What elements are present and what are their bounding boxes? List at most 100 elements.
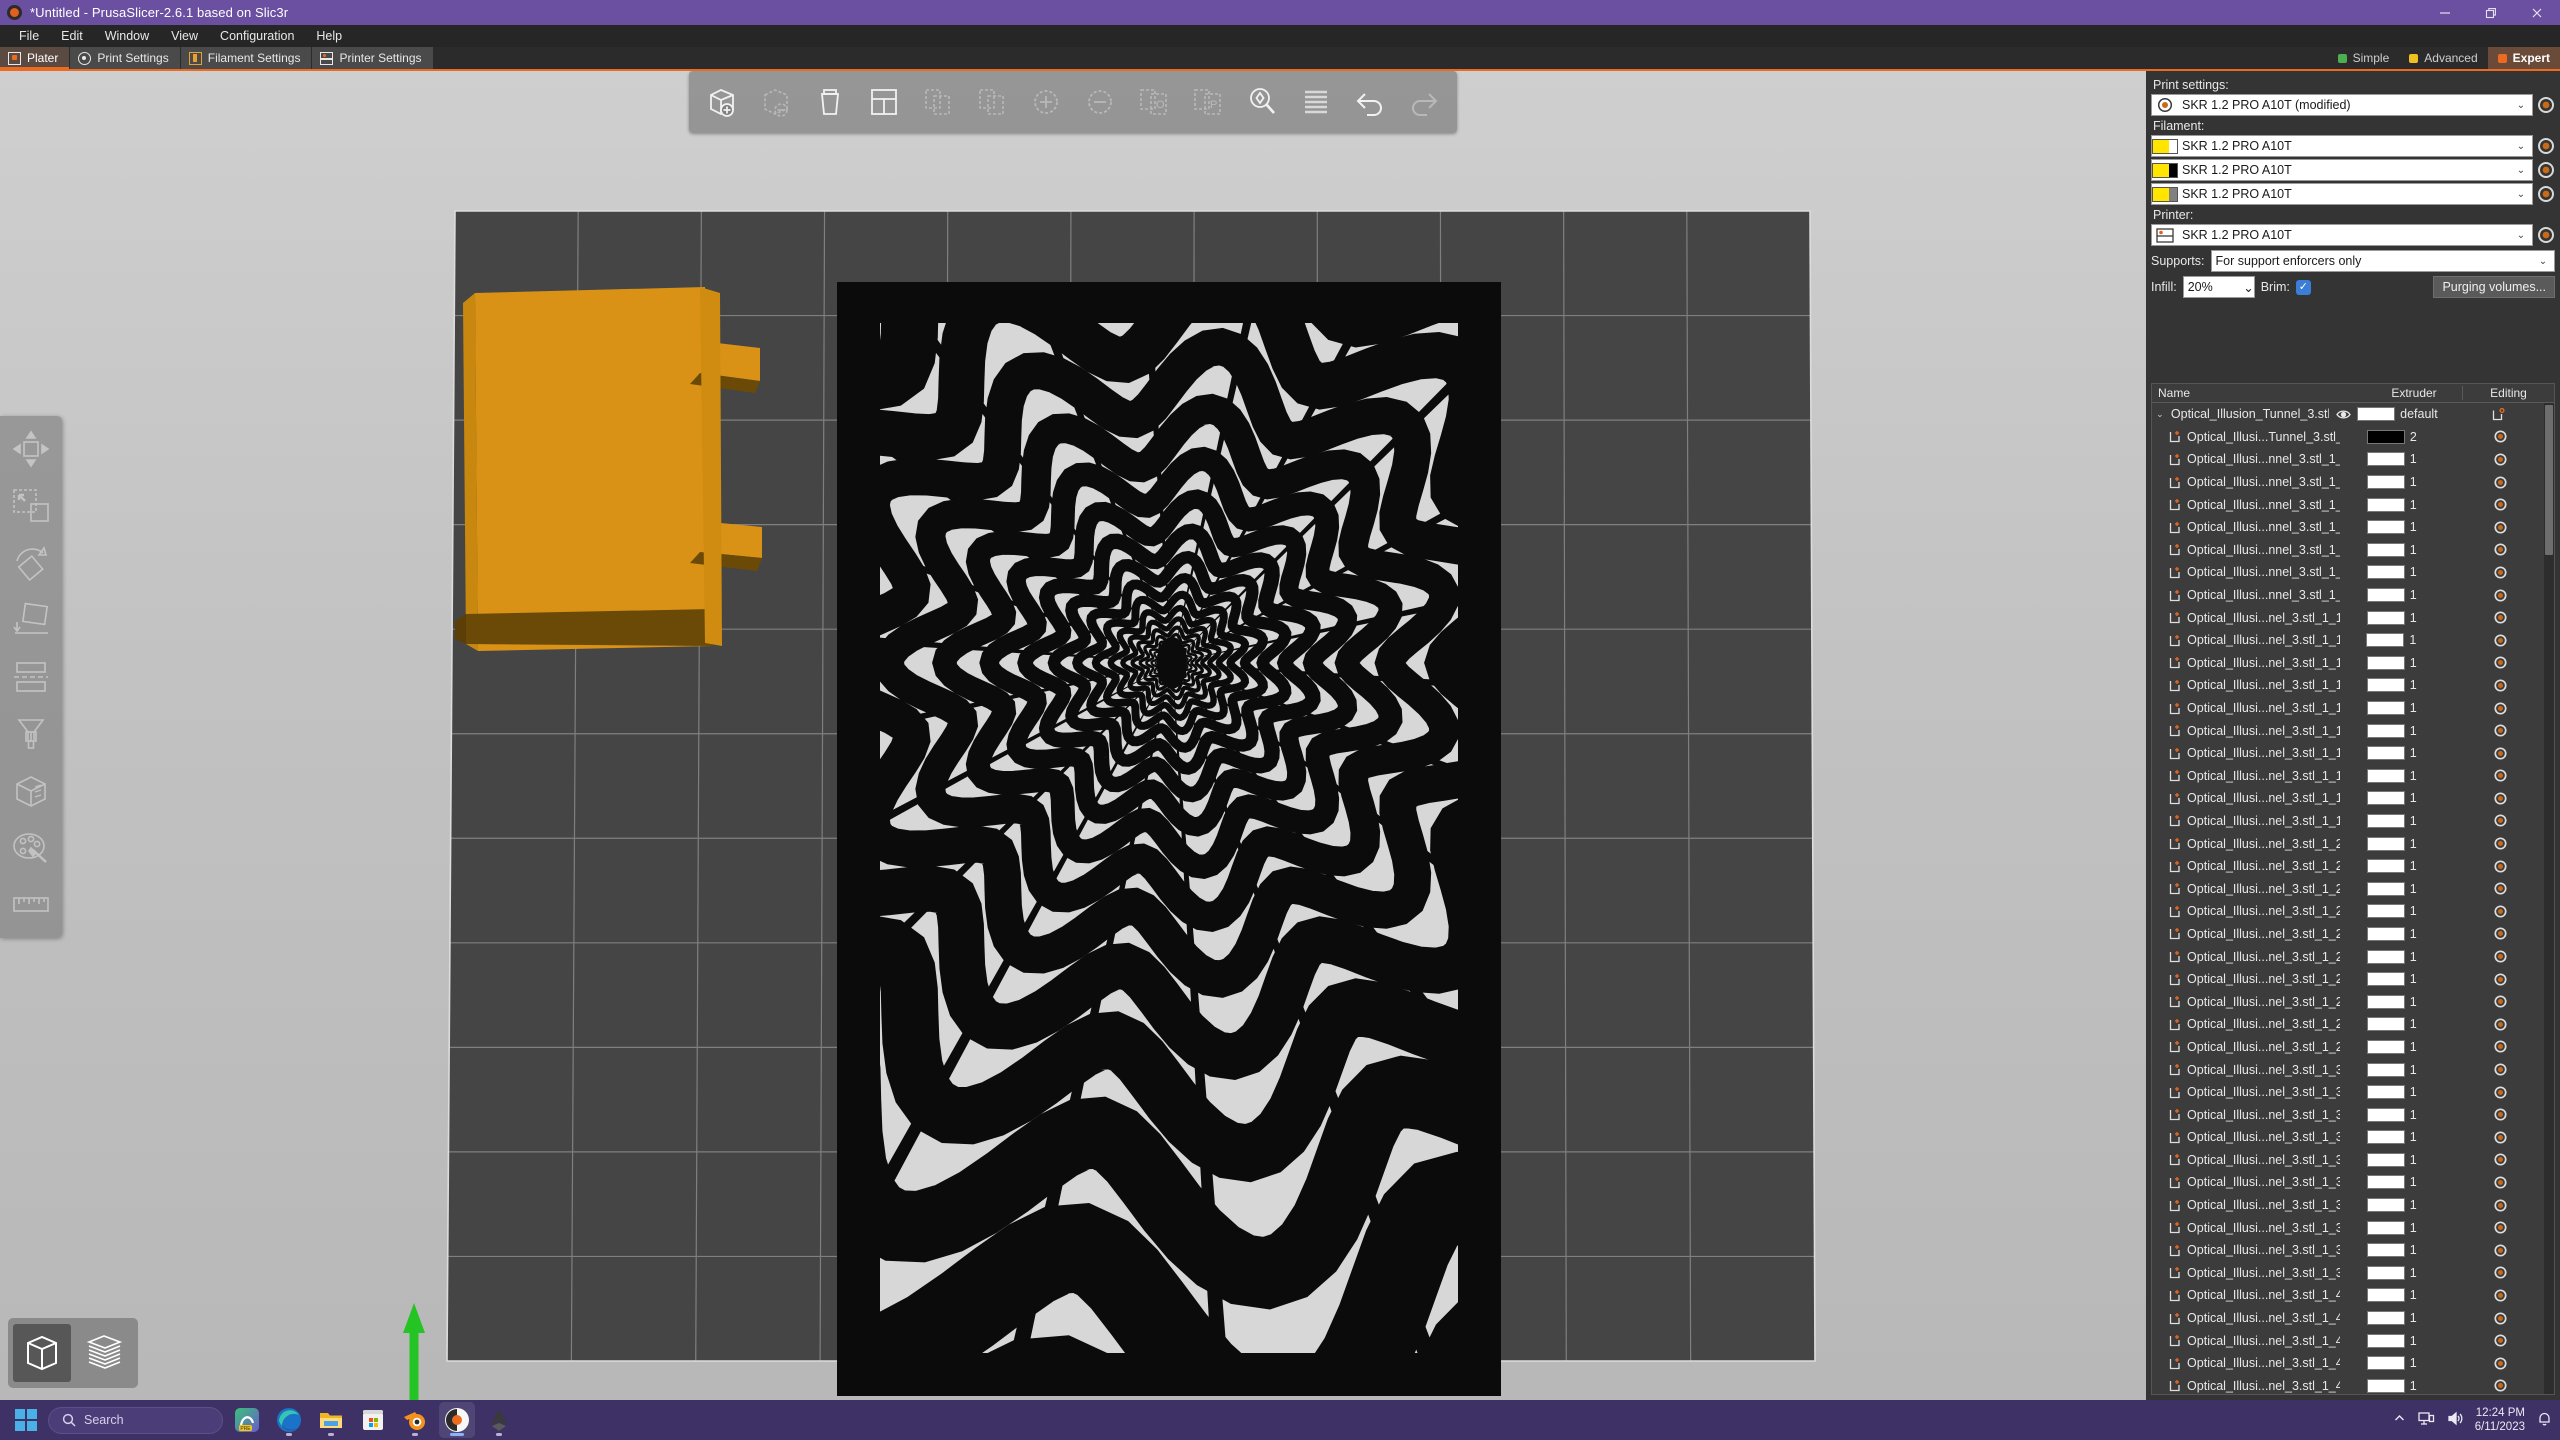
extruder-cell[interactable]: 1	[2366, 497, 2458, 512]
measure-gizmo-icon[interactable]	[4, 878, 58, 932]
supports-combo[interactable]: For support enforcers only ⌄	[2210, 250, 2555, 272]
extruder-cell[interactable]: default	[2357, 407, 2452, 422]
editing-gear-icon[interactable]	[2457, 498, 2544, 511]
object-list-row[interactable]: Optical_Illusi...nel_3.stl_1_32 1	[2152, 1103, 2544, 1126]
editing-gear-icon[interactable]	[2457, 995, 2544, 1008]
editing-gear-icon[interactable]	[2457, 882, 2544, 895]
chevron-down-icon[interactable]: ⌄	[2532, 251, 2554, 271]
start-button-icon[interactable]	[10, 1404, 42, 1436]
extruder-cell[interactable]: 1	[2366, 1378, 2458, 1393]
extruder-cell[interactable]: 1	[2366, 972, 2458, 987]
visibility-eye-icon[interactable]	[2329, 409, 2357, 420]
scale-gizmo-icon[interactable]	[4, 479, 58, 533]
filament-edit-icon-3[interactable]	[2537, 185, 2555, 203]
extruder-cell[interactable]: 1	[2366, 746, 2458, 761]
editing-gear-icon[interactable]	[2457, 814, 2544, 828]
object-list-row[interactable]: Optical_Illusi...nel_3.stl_1_17 1	[2152, 765, 2544, 788]
extruder-cell[interactable]: 1	[2366, 520, 2458, 535]
editing-gear-icon[interactable]	[2457, 769, 2544, 782]
edge-icon[interactable]	[271, 1402, 307, 1438]
expand-chevron-icon[interactable]: ⌄	[2152, 409, 2168, 420]
object-list-row[interactable]: Optical_Illusi...nel_3.stl_1_40 1	[2152, 1284, 2544, 1307]
add-instance-icon[interactable]	[1019, 75, 1073, 129]
network-icon[interactable]	[2418, 1411, 2435, 1429]
editing-gear-icon[interactable]	[2457, 1199, 2544, 1212]
object-list-row[interactable]: Optical_Illusi...nel_3.stl_1_31 1	[2152, 1081, 2544, 1104]
restore-button[interactable]	[2468, 0, 2514, 25]
editing-gear-icon[interactable]	[2457, 1334, 2544, 1347]
editing-gear-icon[interactable]	[2457, 701, 2544, 715]
print-settings-combo[interactable]: SKR 1.2 PRO A10T (modified) ⌄	[2151, 94, 2533, 116]
mmu-painting-gizmo-icon[interactable]	[4, 821, 58, 875]
editing-gear-icon[interactable]	[2457, 747, 2544, 760]
taskbar-search-box[interactable]: Search	[48, 1406, 223, 1434]
place-on-face-gizmo-icon[interactable]	[4, 593, 58, 647]
menu-file[interactable]: File	[8, 27, 50, 46]
editing-gear-icon[interactable]	[2457, 476, 2544, 489]
filament-combo-3[interactable]: SKR 1.2 PRO A10T ⌄	[2151, 183, 2533, 205]
filament-edit-icon-2[interactable]	[2537, 161, 2555, 179]
object-list-row[interactable]: Optical_Illusi...nel_3.stl_1_19 1	[2152, 810, 2544, 833]
editing-gear-icon[interactable]	[2457, 1289, 2544, 1302]
editing-gear-icon[interactable]	[2457, 950, 2544, 963]
object-list-row[interactable]: Optical_Illusi...nel_3.stl_1_44 1	[2152, 1375, 2544, 1394]
object-list-row[interactable]: Optical_Illusi...nnel_3.stl_1_3 1	[2152, 448, 2544, 471]
extruder-cell[interactable]: 1	[2366, 1265, 2458, 1280]
file-explorer-icon[interactable]	[313, 1402, 349, 1438]
editing-icon[interactable]	[2453, 407, 2544, 421]
editing-gear-icon[interactable]	[2457, 1311, 2544, 1325]
extruder-cell[interactable]: 1	[2366, 904, 2458, 919]
extruder-cell[interactable]: 1	[2366, 1130, 2458, 1145]
editing-gear-icon[interactable]	[2457, 1357, 2544, 1370]
cut-gizmo-icon[interactable]	[4, 650, 58, 704]
chevron-down-icon[interactable]: ⌄	[2243, 280, 2253, 295]
object-list-row[interactable]: Optical_Illusi...nnel_3.stl_1_4 1	[2152, 471, 2544, 494]
object-list[interactable]: Name Extruder Editing ⌄ Optical_Illusion_…	[2151, 383, 2555, 1395]
preview-view-icon[interactable]	[75, 1324, 133, 1382]
editing-gear-icon[interactable]	[2457, 611, 2544, 624]
menu-window[interactable]: Window	[94, 27, 160, 46]
extruder-cell[interactable]: 1	[2366, 1356, 2458, 1371]
object-list-row[interactable]: Optical_Illusi...nel_3.stl_1_29 1	[2152, 1036, 2544, 1059]
delete-selected-icon[interactable]	[749, 75, 803, 129]
object-list-row[interactable]: Optical_Illusi...nnel_3.stl_1_7 1	[2152, 539, 2544, 562]
extruder-cell[interactable]: 1	[2366, 610, 2458, 625]
extruder-cell[interactable]: 1	[2366, 701, 2458, 716]
editing-gear-icon[interactable]	[2457, 521, 2544, 534]
object-list-row[interactable]: Optical_Illusi...nel_3.stl_1_25 1	[2152, 945, 2544, 968]
object-list-row[interactable]: Optical_Illusi...nel_3.stl_1_26 1	[2152, 968, 2544, 991]
filament-edit-icon-1[interactable]	[2537, 137, 2555, 155]
tab-print-settings[interactable]: Print Settings	[70, 47, 181, 69]
editing-gear-icon[interactable]	[2457, 1221, 2544, 1234]
object-list-row[interactable]: Optical_Illusi...nel_3.stl_1_23 1	[2152, 900, 2544, 923]
editing-gear-icon[interactable]	[2457, 588, 2544, 602]
clock[interactable]: 12:24 PM 6/11/2023	[2475, 1406, 2525, 1435]
object-list-body[interactable]: ⌄ Optical_Illusion_Tunnel_3.stl default Opt…	[2152, 403, 2544, 1394]
extruder-cell[interactable]: 1	[2366, 1220, 2458, 1235]
extruder-cell[interactable]: 1	[2366, 633, 2457, 648]
editing-gear-icon[interactable]	[2457, 792, 2544, 805]
copy-icon[interactable]	[911, 75, 965, 129]
editor-view-icon[interactable]	[13, 1324, 71, 1382]
extruder-cell[interactable]: 1	[2366, 1017, 2458, 1032]
extruder-cell[interactable]: 1	[2366, 588, 2458, 603]
inkscape-icon[interactable]	[481, 1402, 517, 1438]
chevron-down-icon[interactable]: ⌄	[2510, 184, 2532, 204]
editing-gear-icon[interactable]	[2457, 1131, 2544, 1144]
seam-painting-gizmo-icon[interactable]	[4, 764, 58, 818]
editing-gear-icon[interactable]	[2457, 1379, 2544, 1392]
extruder-cell[interactable]: 1	[2366, 542, 2458, 557]
undo-icon[interactable]	[1343, 75, 1397, 129]
editing-gear-icon[interactable]	[2457, 430, 2544, 443]
split-to-objects-icon[interactable]: O	[1127, 75, 1181, 129]
prusaslicer-icon[interactable]	[439, 1402, 475, 1438]
object-list-row[interactable]: Optical_Illusi...nnel_3.stl_1_9 1	[2152, 584, 2544, 607]
notifications-bell-icon[interactable]	[2537, 1411, 2552, 1430]
object-list-row[interactable]: Optical_Illusi...nel_3.stl_1_37 1	[2152, 1216, 2544, 1239]
editing-gear-icon[interactable]	[2457, 1244, 2544, 1257]
extruder-cell[interactable]: 1	[2366, 926, 2458, 941]
object-list-row[interactable]: Optical_Illusi...nel_3.stl_1_33 1	[2152, 1126, 2544, 1149]
editing-gear-icon[interactable]	[2457, 1086, 2544, 1099]
extruder-cell[interactable]: 1	[2366, 1062, 2458, 1077]
object-list-row[interactable]: Optical_Illusi...nel_3.stl_1_36 1	[2152, 1194, 2544, 1217]
